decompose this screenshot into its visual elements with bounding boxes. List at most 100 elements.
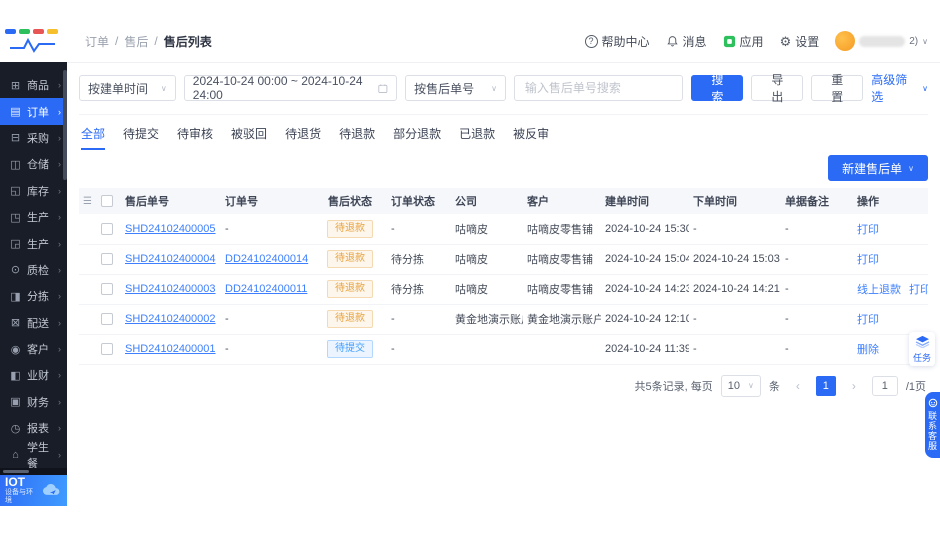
tab-re-reviewed[interactable]: 被反审: [513, 125, 549, 150]
app-grid-icon: [723, 35, 735, 47]
after-sale-no-link[interactable]: SHD24102400003: [125, 283, 216, 295]
remark: -: [781, 244, 853, 275]
sidebar-item-label: 生产: [27, 212, 49, 225]
row-checkbox[interactable]: [101, 313, 113, 326]
status-tabs: 全部 待提交 待审核 被驳回 待退货 待退款 部分退款 已退款 被反审: [79, 115, 928, 150]
new-after-sale-label: 新建售后单: [842, 161, 903, 176]
sidebar-item-reports[interactable]: ◷ 报表: [0, 415, 67, 441]
task-float-button[interactable]: 任务: [909, 332, 935, 366]
number-type-select[interactable]: 按售后单号 ∨: [405, 75, 506, 101]
student-meal-icon: ⌂: [12, 448, 19, 461]
delivery-icon: ⊠: [10, 317, 21, 330]
sidebar-item-goods[interactable]: ⊞ 商品: [0, 72, 67, 98]
breadcrumb-level2[interactable]: 售后: [124, 33, 148, 50]
tab-pending-refund[interactable]: 待退款: [339, 125, 375, 150]
page-size-select[interactable]: 10 ∨: [720, 374, 761, 397]
iot-banner[interactable]: IOT 设备与环境: [0, 474, 67, 506]
create-time: 2024-10-24 15:30: [601, 214, 689, 245]
after-sale-no-link[interactable]: SHD24102400004: [125, 253, 216, 265]
messages-label: 消息: [682, 34, 707, 49]
print-link[interactable]: 打印: [857, 254, 879, 266]
row-checkbox[interactable]: [101, 222, 113, 235]
sidebar-item-production[interactable]: ◳ 生产: [0, 204, 67, 230]
online-refund-link[interactable]: 线上退款: [857, 284, 901, 296]
after-sale-no-link[interactable]: SHD24102400005: [125, 223, 216, 235]
order-status: -: [387, 334, 451, 365]
tab-partial-refund[interactable]: 部分退款: [393, 125, 441, 150]
order-no-link[interactable]: DD24102400011: [225, 283, 307, 295]
goods-icon: ⊞: [10, 79, 21, 92]
tab-rejected[interactable]: 被驳回: [231, 125, 267, 150]
print-link[interactable]: 打印: [909, 284, 928, 296]
apps-button[interactable]: 应用: [723, 33, 764, 50]
current-page-button[interactable]: 1: [815, 375, 836, 396]
col-actions: 操作: [853, 188, 928, 214]
table-row: SHD24102400001 - 待提交 - 2024-10-24 11:39 …: [79, 334, 928, 365]
pagination: 共5条记录, 每页 10 ∨ 条 ‹ 1 › 1 /1页: [79, 365, 928, 407]
reset-button[interactable]: 重置: [811, 73, 864, 104]
search-button[interactable]: 搜索: [691, 73, 744, 104]
customer-service-tab[interactable]: 联系客服: [925, 392, 940, 458]
main-content: 按建单时间 ∨ 2024-10-24 00:00 ~ 2024-10-24 24…: [67, 62, 940, 500]
row-checkbox[interactable]: [101, 253, 113, 266]
sidebar-item-customers[interactable]: ◉ 客户: [0, 336, 67, 362]
breadcrumb-current: 售后列表: [163, 34, 212, 49]
time-type-select[interactable]: 按建单时间 ∨: [79, 75, 176, 101]
expand-all-icon[interactable]: ☰: [83, 196, 92, 207]
sidebar-item-label: 财务: [27, 396, 49, 409]
tab-all[interactable]: 全部: [81, 125, 106, 150]
purchase-icon: ⊟: [10, 132, 21, 145]
sidebar-item-finance[interactable]: ▣ 财务: [0, 389, 67, 415]
delete-link[interactable]: 删除: [857, 344, 879, 356]
sidebar-item-label: 质检: [27, 264, 49, 277]
sidebar-item-orders[interactable]: ▤ 订单: [0, 98, 67, 125]
table-row: SHD24102400003 DD24102400011 待退款 待分拣 咕嘀皮…: [79, 274, 928, 305]
tab-pending-review[interactable]: 待审核: [177, 125, 213, 150]
sidebar-item-production-2[interactable]: ◲ 生产: [0, 230, 67, 256]
customer: 黄金地演示账户: [523, 304, 601, 335]
help-center-button[interactable]: ? 帮助中心: [584, 33, 650, 50]
company: 咕嘀皮: [451, 274, 523, 305]
print-link[interactable]: 打印: [857, 314, 879, 326]
next-page-button[interactable]: ›: [844, 376, 864, 396]
page-jump-input[interactable]: 1: [871, 375, 898, 396]
prev-page-button[interactable]: ‹: [788, 376, 808, 396]
after-sale-no-link[interactable]: SHD24102400002: [125, 313, 216, 325]
order-no-link[interactable]: DD24102400014: [225, 253, 308, 265]
sidebar: ⊞商品 ▤订单 ⊟采购 ◫仓储 ◱库存 ◳生产 ◲生产 ⊙质检 ◨分拣 ⊠配送 …: [0, 62, 67, 506]
select-all-checkbox[interactable]: [101, 195, 113, 208]
tab-pending-return[interactable]: 待退货: [285, 125, 321, 150]
sidebar-item-quality[interactable]: ⊙ 质检: [0, 257, 67, 283]
logo-bars-icon: [5, 29, 58, 34]
sidebar-item-warehouse[interactable]: ◫ 仓储: [0, 151, 67, 177]
row-checkbox[interactable]: [101, 343, 113, 356]
gear-icon: ⚙: [779, 33, 792, 49]
sidebar-item-label: 分拣: [27, 291, 49, 304]
tab-refunded[interactable]: 已退款: [459, 125, 495, 150]
row-checkbox[interactable]: [101, 283, 113, 296]
breadcrumb-level1[interactable]: 订单: [85, 33, 109, 50]
sidebar-item-student-meal[interactable]: ⌂ 学生餐: [0, 441, 67, 470]
print-link[interactable]: 打印: [857, 224, 879, 236]
settings-label: 设置: [795, 34, 820, 49]
sidebar-item-business-finance[interactable]: ◧ 业财: [0, 362, 67, 388]
sidebar-item-sorting[interactable]: ◨ 分拣: [0, 283, 67, 309]
sidebar-item-delivery[interactable]: ⊠ 配送: [0, 310, 67, 336]
after-sale-no-link[interactable]: SHD24102400001: [125, 343, 216, 355]
user-menu[interactable]: 2) ∨: [835, 31, 928, 51]
messages-button[interactable]: 消息: [666, 33, 707, 50]
export-button[interactable]: 导出: [751, 73, 804, 104]
order-status: 待分拣: [387, 274, 451, 305]
search-input[interactable]: [522, 80, 675, 96]
tab-pending-submit[interactable]: 待提交: [123, 125, 159, 150]
sidebar-horizontal-scrollbar[interactable]: [0, 467, 67, 475]
calendar-icon: [378, 83, 388, 93]
pagination-total-pages: /1页: [905, 380, 926, 393]
advanced-filter-link[interactable]: 高级筛选 ∨: [871, 71, 928, 105]
sidebar-item-inventory[interactable]: ◱ 库存: [0, 178, 67, 204]
page-size-value: 10: [727, 379, 740, 392]
new-after-sale-button[interactable]: 新建售后单 ∨: [828, 155, 928, 181]
date-range-input[interactable]: 2024-10-24 00:00 ~ 2024-10-24 24:00: [183, 74, 398, 102]
sidebar-item-purchase[interactable]: ⊟ 采购: [0, 125, 67, 151]
settings-button[interactable]: ⚙ 设置: [780, 33, 820, 50]
